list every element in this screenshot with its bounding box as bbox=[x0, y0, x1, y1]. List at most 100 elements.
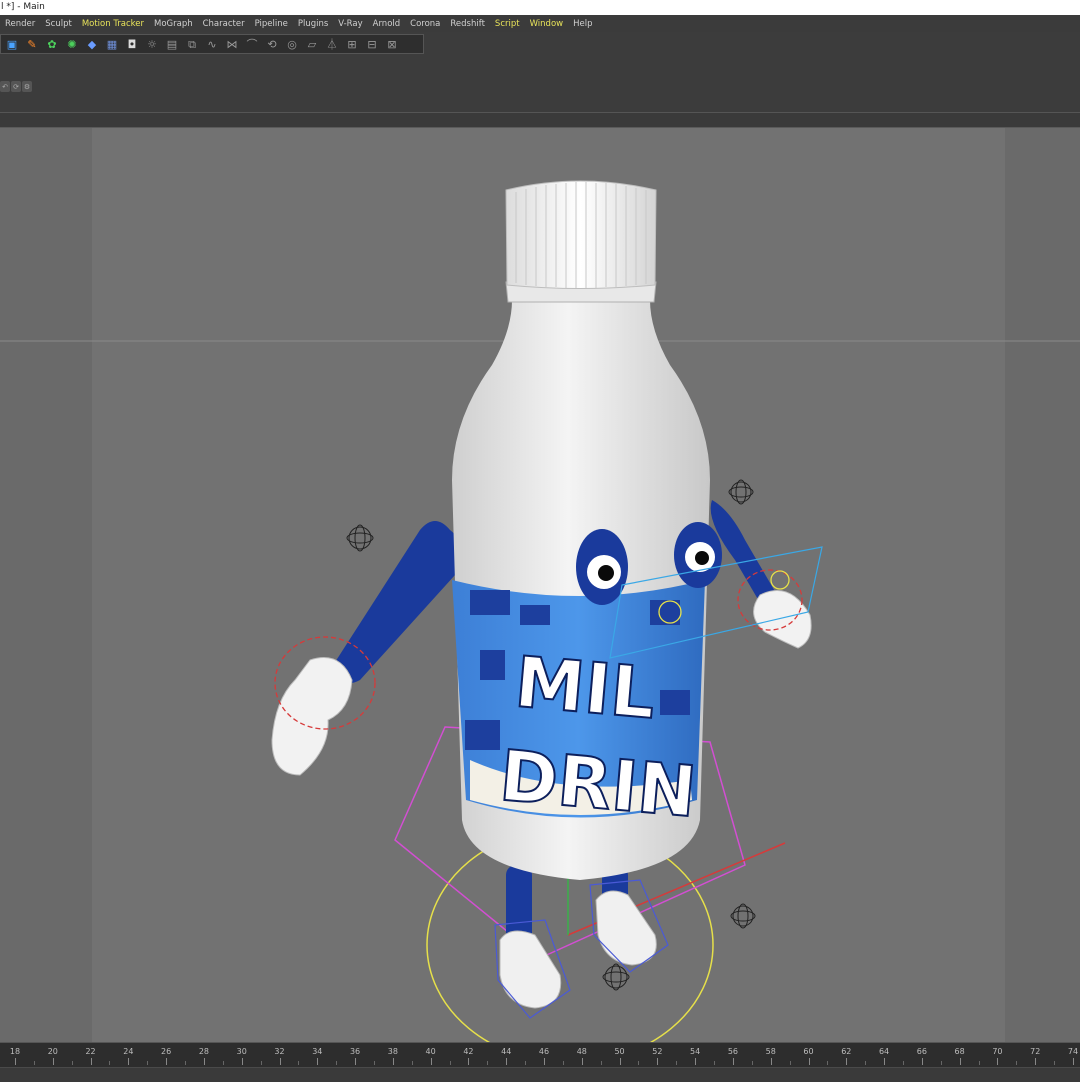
menu-script[interactable]: Script bbox=[490, 19, 525, 29]
connect-icon[interactable]: ⋈ bbox=[222, 35, 242, 53]
tick-label: 74 bbox=[1067, 1047, 1079, 1056]
tick-mark-minor bbox=[638, 1061, 640, 1065]
tick-label: 24 bbox=[123, 1047, 134, 1056]
bend-icon[interactable]: ⌒ bbox=[242, 35, 262, 53]
tick-mark-minor bbox=[978, 1061, 980, 1065]
tick-mark-minor bbox=[373, 1061, 375, 1065]
tick-label: 34 bbox=[312, 1047, 323, 1056]
knee-target-right bbox=[730, 903, 756, 929]
menu-sculpt[interactable]: Sculpt bbox=[40, 19, 77, 29]
tick-mark-minor bbox=[487, 1061, 489, 1065]
tick-label: 44 bbox=[501, 1047, 512, 1056]
tick-mark-minor bbox=[33, 1061, 35, 1065]
hand-ik-control bbox=[770, 570, 790, 590]
settings-icon[interactable]: ⚙ bbox=[22, 81, 32, 92]
menu-corona[interactable]: Corona bbox=[405, 19, 445, 29]
tick-label: 56 bbox=[727, 1047, 739, 1056]
tick-label: 28 bbox=[198, 1047, 210, 1056]
tick-mark-minor bbox=[336, 1061, 338, 1065]
tick-mark bbox=[959, 1058, 961, 1065]
camera-icon[interactable]: ◘ bbox=[122, 35, 142, 53]
spline-icon[interactable]: ∿ bbox=[202, 35, 222, 53]
tick-label: 70 bbox=[992, 1047, 1003, 1056]
tick-mark bbox=[468, 1058, 470, 1065]
tick-mark-minor bbox=[1016, 1061, 1018, 1065]
tick-label: 54 bbox=[690, 1047, 701, 1056]
menu-plugins[interactable]: Plugins bbox=[293, 19, 333, 29]
tick-label: 40 bbox=[425, 1047, 436, 1056]
tick-mark-minor bbox=[411, 1061, 413, 1065]
window-titlebar: l *] - Main bbox=[0, 0, 1080, 15]
tick-mark-minor bbox=[827, 1061, 829, 1065]
wrap-icon[interactable]: ⊞ bbox=[342, 35, 362, 53]
tick-mark bbox=[166, 1058, 168, 1065]
grid-icon[interactable]: ▤ bbox=[162, 35, 182, 53]
pen-icon[interactable]: ✎ bbox=[22, 35, 42, 53]
tick-label: 62 bbox=[841, 1047, 852, 1056]
tick-mark-minor bbox=[222, 1061, 224, 1065]
tick-mark bbox=[544, 1058, 545, 1065]
tick-mark-minor bbox=[789, 1061, 791, 1065]
tick-label: 20 bbox=[47, 1047, 58, 1056]
deformer-icon[interactable]: ◆ bbox=[82, 35, 102, 53]
tick-mark bbox=[695, 1058, 697, 1065]
tick-mark-minor bbox=[298, 1061, 300, 1065]
menu-mograph[interactable]: MoGraph bbox=[149, 19, 198, 29]
tick-label: 52 bbox=[652, 1047, 663, 1056]
tick-label: 50 bbox=[614, 1047, 625, 1056]
label-text-top: MIL bbox=[512, 641, 659, 735]
taper-icon[interactable]: ⏃ bbox=[322, 35, 342, 53]
tick-mark bbox=[921, 1058, 923, 1065]
viewport-header bbox=[0, 113, 1080, 128]
array-icon[interactable]: ✺ bbox=[62, 35, 82, 53]
lattice-icon[interactable]: ⊟ bbox=[362, 35, 382, 53]
tick-mark bbox=[15, 1058, 16, 1065]
tick-label: 60 bbox=[803, 1047, 814, 1056]
main-toolbar: ▣ ✎ ✿ ✺ ◆ ▦ ◘ ☼ ▤ ⧉ ∿ ⋈ ⌒ ⟲ ◎ ▱ ⏃ ⊞ ⊟ ⊠ bbox=[0, 34, 424, 54]
tick-mark-minor bbox=[940, 1061, 942, 1065]
tick-mark-minor bbox=[1054, 1061, 1056, 1065]
menu-motion-tracker[interactable]: Motion Tracker bbox=[77, 19, 149, 29]
3d-viewport[interactable]: MIL DRIN bbox=[0, 128, 1080, 1042]
tick-mark bbox=[392, 1058, 394, 1065]
pole-target-left bbox=[346, 524, 374, 552]
left-arm bbox=[330, 521, 462, 684]
menu-render[interactable]: Render bbox=[0, 19, 40, 29]
cube-icon[interactable]: ▣ bbox=[2, 35, 22, 53]
tick-mark-minor bbox=[525, 1061, 527, 1065]
tick-mark bbox=[279, 1058, 281, 1065]
tick-mark bbox=[732, 1058, 734, 1065]
tick-label: 26 bbox=[161, 1047, 172, 1056]
shear-icon[interactable]: ▱ bbox=[302, 35, 322, 53]
timeline-ruler[interactable]: 18 20 22 24 26 28 30 32 34 36 38 40 42 44 46 48 50 52 54 56… bbox=[0, 1042, 1080, 1082]
menu-v-ray[interactable]: V-Ray bbox=[333, 19, 367, 29]
tick-mark bbox=[128, 1058, 130, 1065]
tick-mark bbox=[581, 1058, 583, 1065]
tick-mark-minor bbox=[185, 1061, 187, 1065]
menu-pipeline[interactable]: Pipeline bbox=[250, 19, 293, 29]
secondary-toolbar-area: ↶ ⟳ ⚙ bbox=[0, 54, 1080, 113]
light-icon[interactable]: ☼ bbox=[142, 35, 162, 53]
symmetry-icon[interactable]: ⧉ bbox=[182, 35, 202, 53]
tick-mark bbox=[808, 1058, 810, 1065]
right-pupil bbox=[695, 551, 709, 565]
menu-help[interactable]: Help bbox=[568, 19, 597, 29]
floor-icon[interactable]: ▦ bbox=[102, 35, 122, 53]
twist-icon[interactable]: ⟲ bbox=[262, 35, 282, 53]
window-title: l *] - Main bbox=[1, 2, 45, 12]
undo-icon[interactable]: ↶ bbox=[0, 81, 10, 92]
menu-arnold[interactable]: Arnold bbox=[368, 19, 406, 29]
tick-mark bbox=[1073, 1058, 1074, 1065]
menu-bar: Render Sculpt Motion Tracker MoGraph Charact… bbox=[0, 15, 1080, 32]
bulge-icon[interactable]: ◎ bbox=[282, 35, 302, 53]
menu-redshift[interactable]: Redshift bbox=[445, 19, 490, 29]
refresh-icon[interactable]: ⟳ bbox=[11, 81, 21, 92]
tick-mark-minor bbox=[449, 1061, 451, 1065]
scene-render: MIL DRIN bbox=[0, 180, 1080, 1042]
menu-character[interactable]: Character bbox=[198, 19, 250, 29]
mesh-icon[interactable]: ⊠ bbox=[382, 35, 402, 53]
subdivide-icon[interactable]: ✿ bbox=[42, 35, 62, 53]
menu-window[interactable]: Window bbox=[525, 19, 569, 29]
tick-label: 46 bbox=[538, 1047, 550, 1056]
tick-label: 64 bbox=[878, 1047, 890, 1056]
